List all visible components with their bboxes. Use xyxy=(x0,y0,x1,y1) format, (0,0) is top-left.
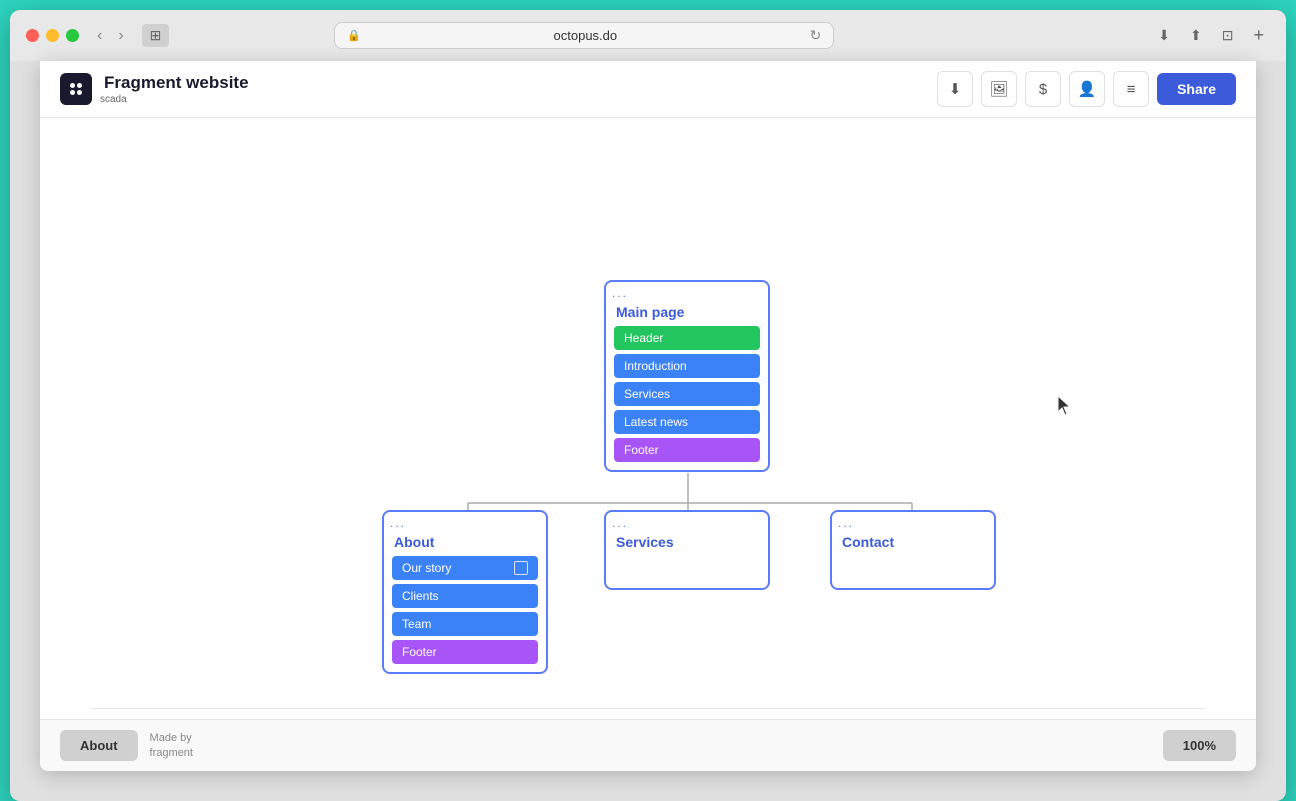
contact-dots: ... xyxy=(832,512,994,532)
main-page-items: Header Introduction Services Latest news… xyxy=(606,326,768,470)
image-icon: 🖼 xyxy=(990,80,1009,98)
dollar-icon: $ xyxy=(1039,81,1047,98)
url-text: octopus.do xyxy=(367,28,804,43)
main-services-item[interactable]: Services xyxy=(614,382,760,406)
minimize-button[interactable] xyxy=(46,29,59,42)
doc-button[interactable]: ≡ xyxy=(1113,71,1149,107)
logo-label: scada xyxy=(100,94,249,105)
services-node[interactable]: ... Services xyxy=(604,510,770,590)
app-logo: Fragment website scada xyxy=(60,73,249,105)
main-page-dots: ... xyxy=(606,282,768,302)
logo-icon xyxy=(60,73,92,105)
about-ourstory-item[interactable]: Our story xyxy=(392,556,538,580)
about-node[interactable]: ... About Our story Clients Team Footer xyxy=(382,510,548,674)
main-introduction-item[interactable]: Introduction xyxy=(614,354,760,378)
services-dots: ... xyxy=(606,512,768,532)
share-button[interactable]: Share xyxy=(1157,73,1236,105)
close-button[interactable] xyxy=(26,29,39,42)
maximize-button[interactable] xyxy=(66,29,79,42)
about-button[interactable]: About xyxy=(60,730,138,761)
app-footer: About Made by fragment 100% xyxy=(40,719,1256,771)
about-items: Our story Clients Team Footer xyxy=(384,556,546,672)
main-page-title: Main page xyxy=(606,302,768,326)
new-tab-button[interactable]: + xyxy=(1247,23,1270,48)
address-bar: 🔒 octopus.do ↻ xyxy=(334,22,834,49)
ourstory-icon xyxy=(514,561,528,575)
back-button[interactable]: ‹ xyxy=(91,25,108,47)
billing-button[interactable]: $ xyxy=(1025,71,1061,107)
app-title: Fragment website xyxy=(104,73,249,93)
main-footer-item[interactable]: Footer xyxy=(614,438,760,462)
about-footer-item[interactable]: Footer xyxy=(392,640,538,664)
cursor xyxy=(1058,396,1072,421)
user-button[interactable]: 👤 xyxy=(1069,71,1105,107)
forward-button[interactable]: › xyxy=(112,25,129,47)
share-browser-button[interactable]: ⬆ xyxy=(1184,24,1208,47)
download-asset-button[interactable]: ⬇ xyxy=(937,71,973,107)
canvas-divider xyxy=(90,708,1206,709)
about-dots: ... xyxy=(384,512,546,532)
main-header-item[interactable]: Header xyxy=(614,326,760,350)
about-title: About xyxy=(384,532,546,556)
download-icon[interactable]: ⬇ xyxy=(1152,24,1176,47)
header-actions: ⬇ 🖼 $ 👤 ≡ Share xyxy=(937,71,1236,107)
download-icon: ⬇ xyxy=(949,80,962,98)
contact-title: Contact xyxy=(832,532,994,556)
user-icon: 👤 xyxy=(1078,80,1097,98)
about-team-item[interactable]: Team xyxy=(392,612,538,636)
services-title: Services xyxy=(606,532,768,556)
canvas-area[interactable]: ... Main page Header Introduction Servic… xyxy=(40,118,1256,719)
lock-icon: 🔒 xyxy=(347,29,361,42)
main-latestnews-item[interactable]: Latest news xyxy=(614,410,760,434)
image-button[interactable]: 🖼 xyxy=(981,71,1017,107)
about-clients-item[interactable]: Clients xyxy=(392,584,538,608)
app-header: Fragment website scada ⬇ 🖼 $ 👤 ≡ xyxy=(40,61,1256,118)
contact-node[interactable]: ... Contact xyxy=(830,510,996,590)
traffic-lights xyxy=(26,29,79,42)
doc-icon: ≡ xyxy=(1127,81,1136,98)
split-view-button[interactable]: ⊞ xyxy=(142,24,170,47)
made-by-text: Made by fragment xyxy=(150,731,193,760)
reload-button[interactable]: ↻ xyxy=(810,27,822,44)
main-page-node[interactable]: ... Main page Header Introduction Servic… xyxy=(604,280,770,472)
zoom-level[interactable]: 100% xyxy=(1163,730,1236,761)
tabs-button[interactable]: ⊡ xyxy=(1216,24,1240,47)
